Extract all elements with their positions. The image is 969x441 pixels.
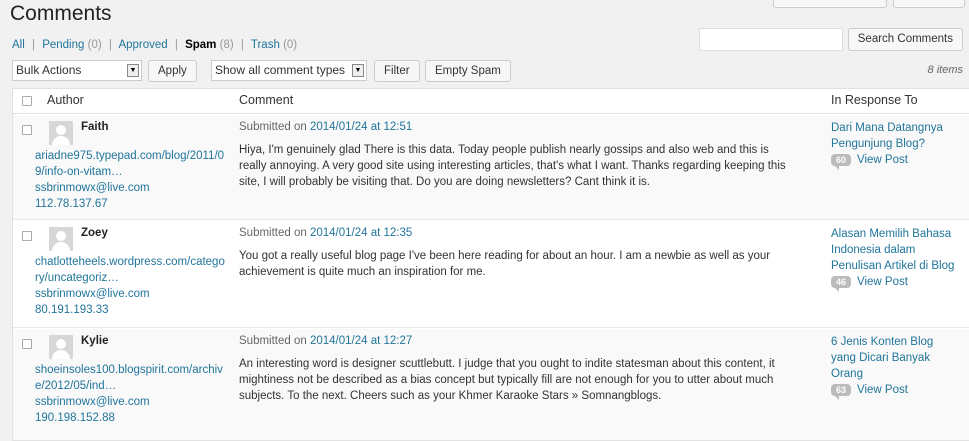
submitted-line: Submitted on 2014/01/24 at 12:35 [239, 227, 412, 239]
author-name: Kylie [81, 335, 109, 347]
search-box: Search Comments [698, 28, 963, 51]
submitted-prefix: Submitted on [239, 227, 307, 239]
table-row: Zoey chatlotteheels.wordpress.com/catego… [13, 221, 969, 328]
author-email[interactable]: ssbrinmowx@live.com [35, 180, 227, 196]
in-response-to: 6 Jenis Konten Blog yang Dicari Banyak O… [831, 334, 961, 400]
comment-date-link[interactable]: 2014/01/24 at 12:27 [310, 335, 412, 347]
avatar [49, 227, 73, 251]
page-title: Comments [10, 2, 112, 25]
filter-pending[interactable]: Pending [42, 39, 84, 51]
filter-button[interactable]: Filter [374, 60, 420, 82]
filter-spam[interactable]: Spam [185, 39, 216, 51]
column-in-response-to[interactable]: In Response To [831, 93, 918, 107]
comment-count-badge[interactable]: 60 [831, 154, 852, 170]
table-row: Kylie shoeinsoles100.blogspirit.com/arch… [13, 329, 969, 440]
filter-trash[interactable]: Trash [251, 39, 280, 51]
comment-type-value: Show all comment types [215, 63, 346, 77]
response-post-link[interactable]: Alasan Memilih Bahasa Indonesia dalam Pe… [831, 228, 954, 272]
author-ip[interactable]: 112.78.137.67 [35, 196, 227, 212]
comment-date-link[interactable]: 2014/01/24 at 12:51 [310, 121, 412, 133]
submitted-line: Submitted on 2014/01/24 at 12:27 [239, 335, 412, 347]
comment-count-badge[interactable]: 63 [831, 384, 852, 400]
chevron-down-icon: ▼ [127, 64, 139, 77]
separator: | [31, 39, 35, 51]
author-name: Zoey [81, 227, 108, 239]
items-count: 8 items [927, 64, 963, 76]
filter-approved[interactable]: Approved [118, 39, 167, 51]
trash-count: (0) [283, 39, 298, 51]
select-all-checkbox[interactable] [22, 96, 32, 106]
in-response-to: Dari Mana Datangnya Pengunjung Blog? 60 … [831, 120, 961, 170]
row-checkbox[interactable] [22, 231, 32, 241]
response-meta: 60 View Post [831, 152, 908, 170]
screen-options-button[interactable] [773, 0, 887, 8]
tablenav: Bulk Actions ▼ Apply Show all comment ty… [12, 60, 963, 84]
table-row: Faith ariadne975.typepad.com/blog/2011/0… [13, 115, 969, 220]
author-url[interactable]: ariadne975.typepad.com/blog/2011/09/info… [35, 148, 227, 180]
row-checkbox[interactable] [22, 339, 32, 349]
comment-date-link[interactable]: 2014/01/24 at 12:35 [310, 227, 412, 239]
comment-text: An interesting word is designer scuttleb… [239, 358, 775, 402]
author-name: Faith [81, 121, 109, 133]
avatar [49, 121, 73, 145]
response-post-link[interactable]: Dari Mana Datangnya Pengunjung Blog? [831, 122, 943, 150]
bulk-actions-select[interactable]: Bulk Actions ▼ [12, 60, 142, 81]
response-meta: 63 View Post [831, 382, 908, 400]
author-info: ariadne975.typepad.com/blog/2011/09/info… [35, 148, 227, 212]
author-info: chatlotteheels.wordpress.com/category/un… [35, 254, 227, 318]
comments-table: Author Comment In Response To Faith aria… [12, 88, 969, 441]
bulk-actions-value: Bulk Actions [16, 63, 82, 77]
author-info: shoeinsoles100.blogspirit.com/archive/20… [35, 362, 227, 426]
in-response-to: Alasan Memilih Bahasa Indonesia dalam Pe… [831, 226, 961, 292]
filter-all[interactable]: All [12, 39, 25, 51]
column-author[interactable]: Author [47, 93, 84, 107]
apply-button[interactable]: Apply [148, 60, 197, 82]
pending-count: (0) [87, 39, 102, 51]
row-checkbox[interactable] [22, 125, 32, 135]
view-post-link[interactable]: View Post [857, 382, 908, 398]
author-ip[interactable]: 190.198.152.88 [35, 410, 227, 426]
view-post-link[interactable]: View Post [857, 274, 908, 290]
author-url[interactable]: chatlotteheels.wordpress.com/category/un… [35, 254, 227, 286]
search-comments-button[interactable]: Search Comments [847, 28, 963, 51]
separator: | [108, 39, 112, 51]
separator: | [174, 39, 178, 51]
column-comment: Comment [239, 93, 294, 107]
chevron-down-icon: ▼ [352, 64, 364, 77]
submitted-prefix: Submitted on [239, 121, 307, 133]
response-post-link[interactable]: 6 Jenis Konten Blog yang Dicari Banyak O… [831, 336, 933, 380]
table-header: Author Comment In Response To [13, 89, 969, 114]
comment-status-filters: All | Pending (0) | Approved | Spam (8) … [12, 39, 297, 51]
view-post-link[interactable]: View Post [857, 152, 908, 168]
help-button[interactable] [893, 0, 965, 8]
author-email[interactable]: ssbrinmowx@live.com [35, 286, 227, 302]
submitted-line: Submitted on 2014/01/24 at 12:51 [239, 121, 412, 133]
author-email[interactable]: ssbrinmowx@live.com [35, 394, 227, 410]
spam-count: (8) [219, 39, 234, 51]
comment-type-select[interactable]: Show all comment types ▼ [211, 60, 367, 81]
avatar [49, 335, 73, 359]
separator: | [240, 39, 244, 51]
submitted-prefix: Submitted on [239, 335, 307, 347]
author-url[interactable]: shoeinsoles100.blogspirit.com/archive/20… [35, 362, 227, 394]
empty-spam-button[interactable]: Empty Spam [425, 60, 511, 82]
comment-count-badge[interactable]: 46 [831, 276, 852, 292]
comment-text: You got a really useful blog page I've b… [239, 250, 771, 278]
search-input[interactable] [698, 28, 843, 51]
response-meta: 46 View Post [831, 274, 908, 292]
comment-text: Hiya, I'm genuinely glad There is this d… [239, 144, 786, 188]
author-ip[interactable]: 80.191.193.33 [35, 302, 227, 318]
